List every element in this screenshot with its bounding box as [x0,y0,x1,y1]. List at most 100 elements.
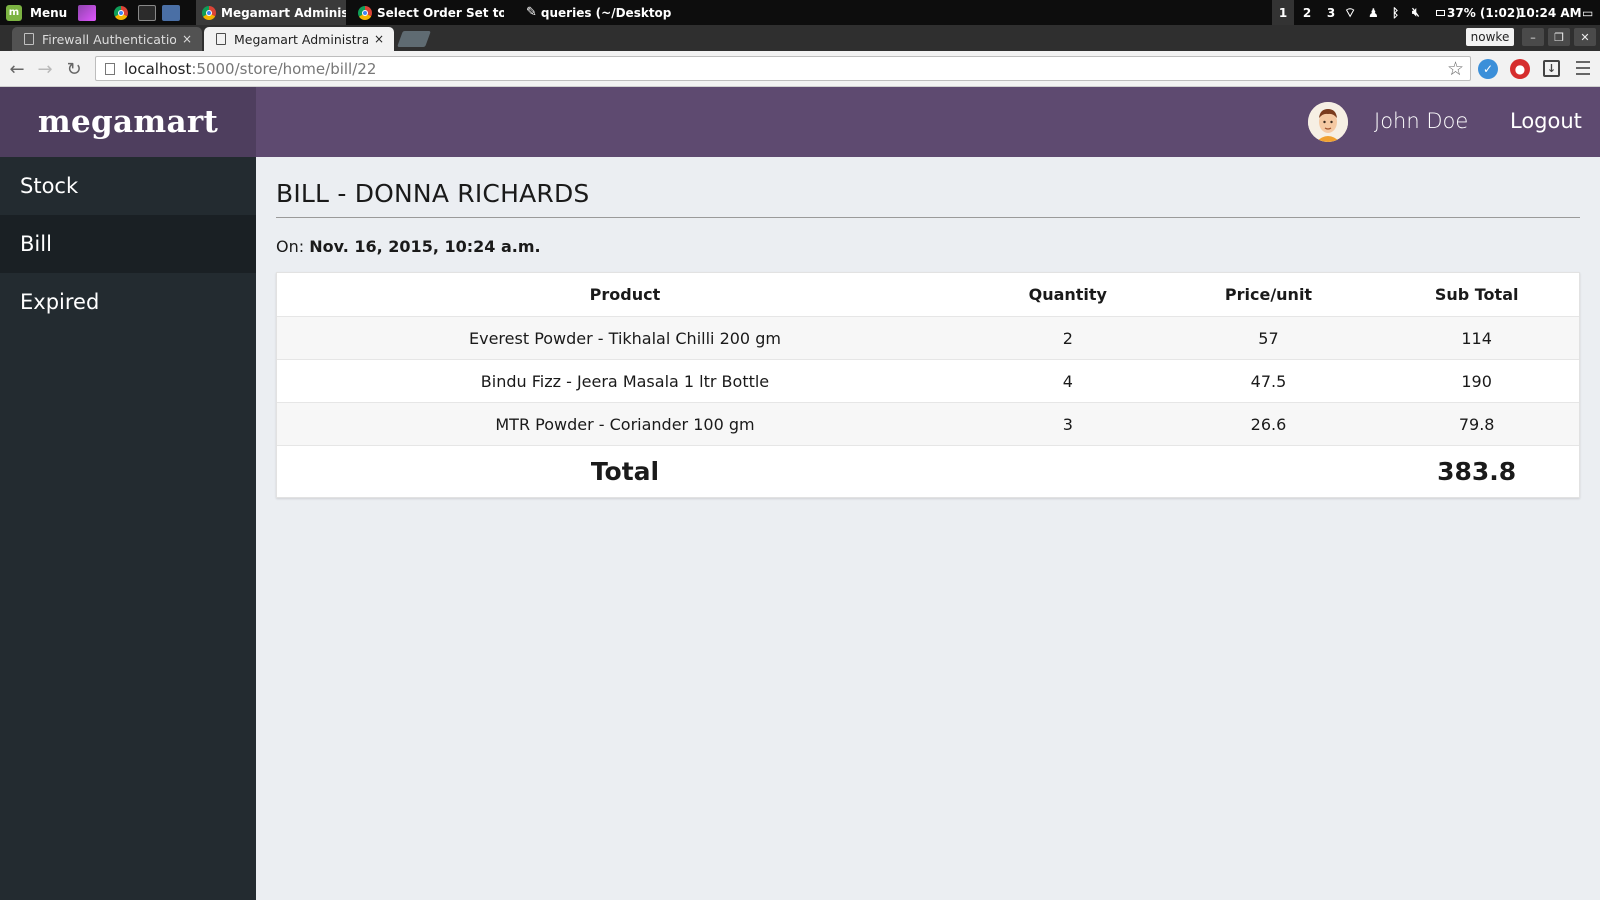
minimize-button[interactable]: – [1522,28,1544,46]
cell-quantity: 4 [1062,371,1073,391]
column-header-quantity: Quantity [1028,285,1107,304]
page-icon [105,62,115,75]
page-icon [216,33,226,45]
sidebar: Stock Bill Expired [0,157,256,900]
user-status-icon[interactable]: ♟ [1368,0,1379,25]
chrome-menu-icon[interactable] [1576,61,1590,75]
chrome-icon [202,5,216,20]
profile-button[interactable]: nowke [1466,28,1514,46]
cell-product: MTR Powder - Coriander 100 gm [495,414,755,434]
battery-icon [1436,9,1445,16]
browser-tab-strip: Firewall Authentication × Megamart Admin… [0,25,1600,51]
launcher-files[interactable] [162,0,180,25]
battery-indicator[interactable]: 37% (1:02) [1436,0,1521,25]
address-bar[interactable]: localhost:5000/store/home/bill/22 ☆ [95,56,1471,81]
cell-price: 47.5 [1250,371,1287,391]
battery-text: 37% (1:02) [1447,5,1521,20]
user-avatar[interactable] [1308,102,1348,142]
extension-adblock-icon[interactable]: ● [1510,59,1530,79]
total-value: 383.8 [1437,457,1517,486]
task-label: queries (~/Desktop) ... [540,5,672,20]
launcher-chrome[interactable] [114,0,133,25]
megamart-app: megamart John Doe Logout Stock Bill Expi… [0,87,1600,900]
cell-subtotal: 190 [1461,371,1492,391]
workspace-3[interactable]: 3 [1320,0,1342,25]
url-host: localhost [124,59,192,78]
avatar-face-icon [1308,102,1348,142]
extension-check-icon[interactable]: ✓ [1478,59,1498,79]
browser-toolbar: ← → ↻ localhost:5000/store/home/bill/22 … [0,51,1600,87]
back-button[interactable]: ← [5,57,29,81]
os-menu-label: Menu [30,5,68,20]
os-menu-button[interactable]: m Menu [6,0,67,25]
taskbar-item-megamart[interactable]: Megamart Administ... [196,0,346,25]
wifi-icon[interactable]: ⌔ [1344,0,1356,25]
tab-title: Megamart Administratio [234,31,368,47]
tab-megamart-administration[interactable]: Megamart Administratio × [204,27,394,51]
page-icon [24,33,34,45]
task-label: Megamart Administ... [221,5,346,20]
logout-link[interactable]: Logout [1510,109,1582,133]
column-header-subtotal: Sub Total [1434,285,1519,304]
cell-subtotal: 79.8 [1458,414,1495,434]
image-viewer-icon [78,4,96,21]
close-window-button[interactable]: ✕ [1574,28,1596,46]
chrome-icon [358,5,372,20]
reload-button[interactable]: ↻ [62,57,86,81]
download-icon[interactable]: ↓ [1543,60,1560,77]
column-header-price: Price/unit [1224,285,1313,304]
url-path: :5000/store/home/bill/22 [191,59,377,78]
table-row: MTR Powder - Coriander 100 gm 3 26.6 79.… [277,402,1579,445]
os-top-panel: m Menu Megamart Administ... Select Order… [0,0,1600,25]
brand-logo[interactable]: megamart [38,104,218,140]
user-name[interactable]: John Doe [1374,109,1468,133]
bill-date-line: On: Nov. 16, 2015, 10:24 a.m. [276,237,1580,256]
workspace-1[interactable]: 1 [1272,0,1294,25]
bluetooth-icon[interactable]: ᛒ [1392,0,1399,25]
main-content: BILL - DONNA RICHARDS On: Nov. 16, 2015,… [276,157,1580,498]
taskbar-item-select-order[interactable]: Select Order Set to c... [354,0,504,25]
cell-quantity: 3 [1062,414,1073,434]
column-header-product: Product [589,285,661,304]
cell-subtotal: 114 [1461,328,1492,348]
restore-button[interactable]: ❐ [1548,28,1570,46]
mint-logo-icon: m [6,4,22,21]
cell-quantity: 2 [1062,328,1073,348]
forward-button[interactable]: → [33,57,57,81]
launcher-image-viewer[interactable] [78,0,96,25]
table-row: Bindu Fizz - Jeera Masala 1 ltr Bottle 4… [277,359,1579,402]
bill-table: Product Quantity Price/unit Sub Total Ev… [276,272,1580,498]
tab-firewall-authentication[interactable]: Firewall Authentication × [12,27,202,51]
workspace-2[interactable]: 2 [1296,0,1318,25]
sidebar-item-expired[interactable]: Expired [0,273,256,331]
sidebar-item-stock[interactable]: Stock [0,157,256,215]
bill-date-value: Nov. 16, 2015, 10:24 a.m. [309,237,541,256]
gedit-icon: ✎ [526,5,537,20]
table-header-row: Product Quantity Price/unit Sub Total [277,273,1579,316]
close-icon[interactable]: × [374,32,384,46]
table-total-row: Total 383.8 [277,445,1579,497]
url-text: localhost:5000/store/home/bill/22 [124,60,376,78]
table-row: Everest Powder - Tikhalal Chilli 200 gm … [277,316,1579,359]
volume-muted-icon[interactable]: 🔇︎ [1412,0,1420,25]
sidebar-item-bill[interactable]: Bill [0,215,256,273]
top-navbar: John Doe Logout [256,87,1600,157]
brand-bar: megamart [0,87,256,157]
cell-product: Everest Powder - Tikhalal Chilli 200 gm [469,328,781,348]
bill-date-prefix: On: [276,237,305,256]
tab-title: Firewall Authentication [42,31,176,47]
taskbar-item-queries[interactable]: ✎ queries (~/Desktop) ... [522,0,672,25]
task-label: Select Order Set to c... [377,5,504,20]
page-title: BILL - DONNA RICHARDS [276,179,1580,218]
files-icon [162,4,180,21]
bookmark-star-icon[interactable]: ☆ [1447,58,1464,80]
launcher-terminal[interactable] [138,0,156,25]
display-icon[interactable]: ▭ [1582,0,1593,25]
cell-price: 26.6 [1250,414,1287,434]
clock[interactable]: 10:24 AM [1518,0,1582,25]
new-tab-button[interactable] [397,31,431,47]
cell-product: Bindu Fizz - Jeera Masala 1 ltr Bottle [480,371,770,391]
chrome-icon [114,5,128,20]
close-icon[interactable]: × [182,32,192,46]
terminal-icon [138,4,156,21]
